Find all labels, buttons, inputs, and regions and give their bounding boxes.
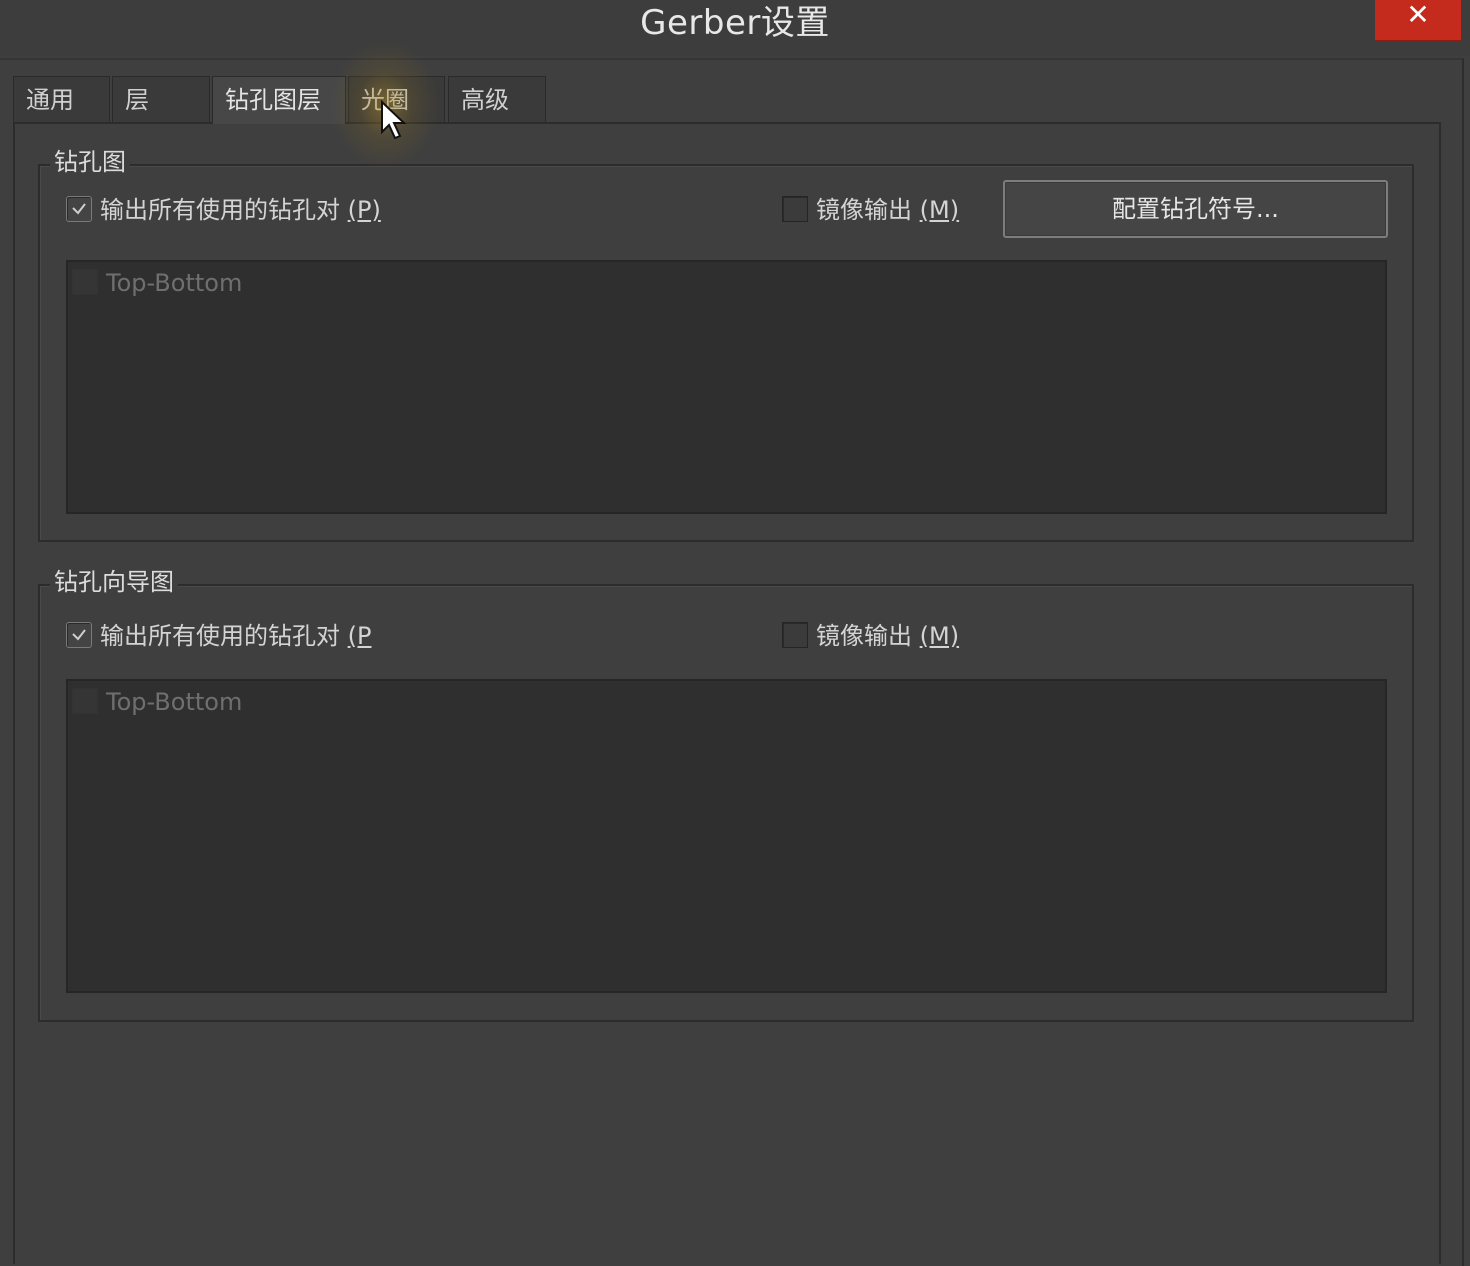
list-item-label: Top-Bottom [106, 269, 243, 297]
checkbox-label: 镜像输出 [816, 196, 920, 224]
checkbox-box[interactable] [66, 622, 92, 648]
list-item-checkbox[interactable] [72, 688, 98, 714]
checkbox-box[interactable] [782, 196, 808, 222]
list-item[interactable]: Top-Bottom [72, 685, 242, 719]
tab-advanced[interactable]: 高级 [448, 76, 546, 122]
mnemonic: (M) [919, 622, 960, 650]
group-title: 钻孔向导图 [50, 564, 178, 600]
tab-layers[interactable]: 层 [112, 76, 210, 122]
drill-guide-output-all-pairs-checkbox[interactable]: 输出所有使用的钻孔对 (P [66, 619, 371, 653]
checkbox-label: 镜像输出 [816, 622, 920, 650]
checkbox-box[interactable] [782, 622, 808, 648]
list-item-label: Top-Bottom [106, 688, 243, 716]
tab-drill-drawing-layers[interactable]: 钻孔图层 [212, 76, 346, 124]
mnemonic: (M) [919, 196, 960, 224]
mnemonic: (P [347, 622, 372, 650]
checkmark-icon [72, 629, 86, 641]
drill-guide-mirror-output-checkbox[interactable]: 镜像输出 (M) [782, 619, 959, 653]
drill-drawing-layer-list[interactable]: Top-Bottom [66, 260, 1387, 514]
mnemonic: (P) [347, 196, 381, 224]
mouse-cursor-icon [381, 100, 407, 140]
tab-general[interactable]: 通用 [13, 76, 110, 122]
checkbox-box[interactable] [66, 196, 92, 222]
checkmark-icon [72, 203, 86, 215]
close-icon: ✕ [1406, 0, 1430, 31]
title-bar: Gerber设置 ✕ [0, 0, 1470, 56]
window-title: Gerber设置 [640, 3, 830, 43]
drill-drawing-mirror-output-checkbox[interactable]: 镜像输出 (M) [782, 193, 959, 227]
configure-drill-symbols-button[interactable]: 配置钻孔符号... [1003, 180, 1388, 238]
tab-label: 高级 [461, 86, 509, 114]
close-button[interactable]: ✕ [1375, 0, 1461, 40]
list-item-checkbox[interactable] [72, 269, 98, 295]
tab-label: 通用 [26, 86, 74, 114]
drill-drawing-output-all-pairs-checkbox[interactable]: 输出所有使用的钻孔对 (P) [66, 193, 381, 227]
tab-label: 层 [125, 86, 149, 114]
checkbox-label: 输出所有使用的钻孔对 [100, 196, 348, 224]
group-title: 钻孔图 [50, 144, 130, 180]
drill-guide-layer-list[interactable]: Top-Bottom [66, 679, 1387, 993]
list-item[interactable]: Top-Bottom [72, 266, 242, 300]
tab-label: 钻孔图层 [225, 86, 321, 114]
checkbox-label: 输出所有使用的钻孔对 [100, 622, 348, 650]
